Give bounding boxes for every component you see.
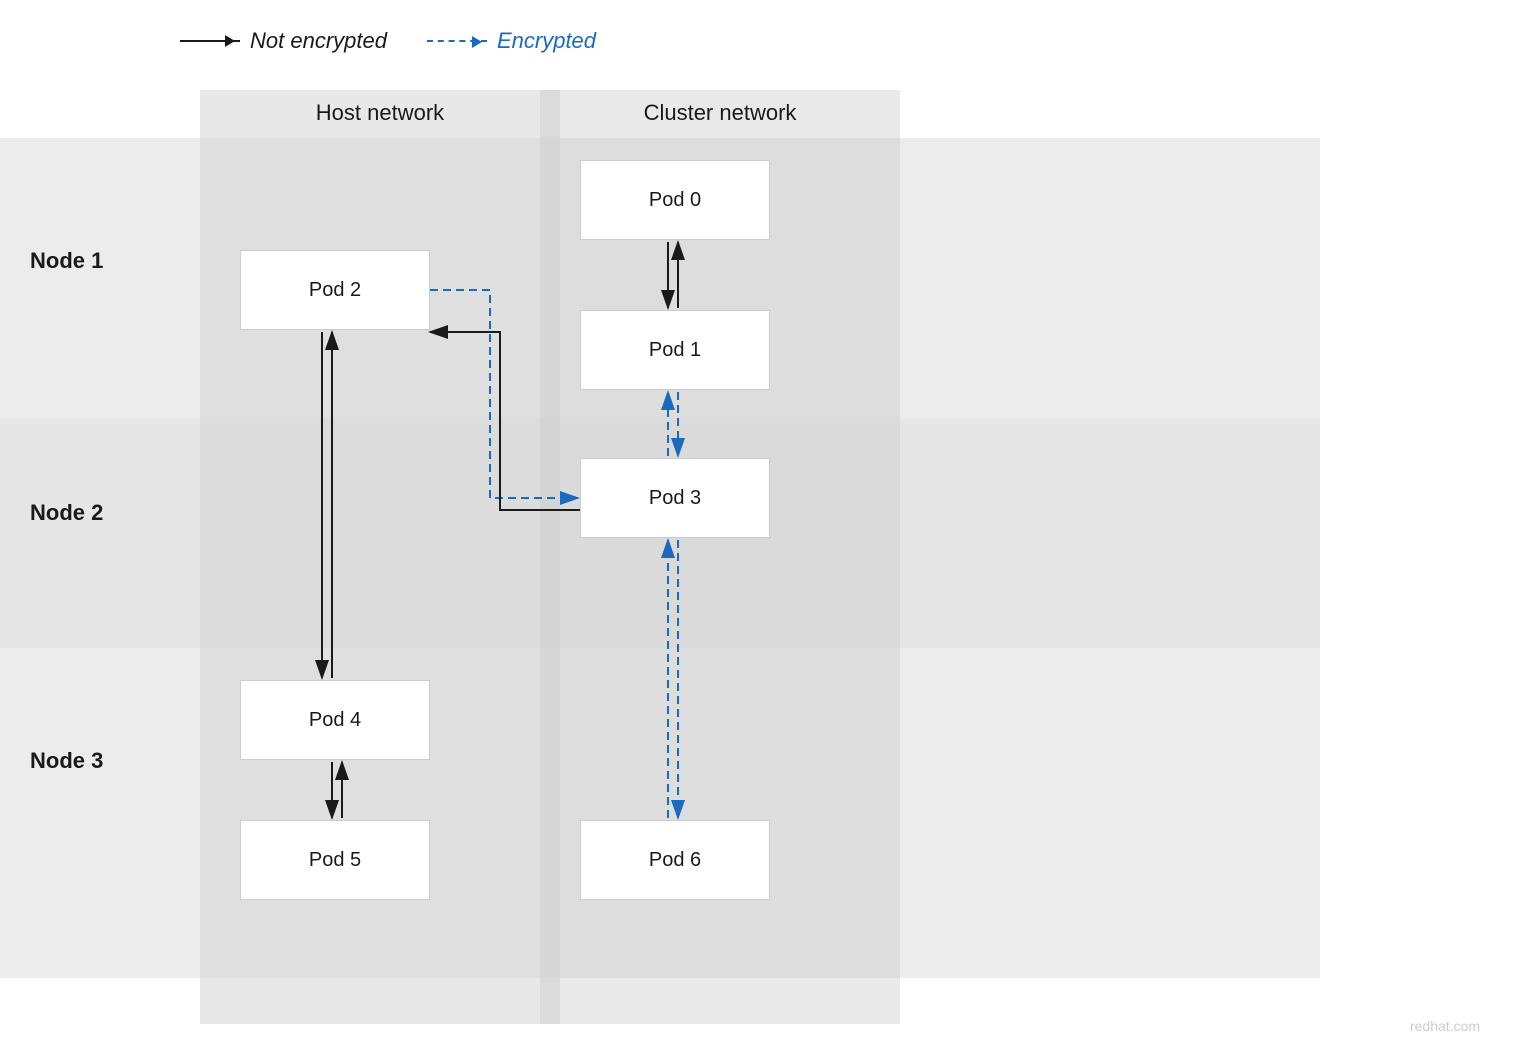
not-encrypted-arrow-icon bbox=[180, 40, 240, 42]
node3-label: Node 3 bbox=[30, 748, 103, 774]
pod5-box: Pod 5 bbox=[240, 820, 430, 900]
encrypted-label: Encrypted bbox=[497, 28, 596, 54]
node2-label: Node 2 bbox=[30, 500, 103, 526]
legend-encrypted: Encrypted bbox=[427, 28, 596, 54]
pod0-box: Pod 0 bbox=[580, 160, 770, 240]
pod1-box: Pod 1 bbox=[580, 310, 770, 390]
host-network-header: Host network bbox=[240, 100, 520, 126]
legend-not-encrypted: Not encrypted bbox=[180, 28, 387, 54]
pod6-box: Pod 6 bbox=[580, 820, 770, 900]
pod2-box: Pod 2 bbox=[240, 250, 430, 330]
watermark: redhat.com bbox=[1410, 1018, 1480, 1034]
legend: Not encrypted Encrypted bbox=[180, 28, 596, 54]
encrypted-arrow-icon bbox=[427, 40, 487, 42]
cluster-network-header: Cluster network bbox=[560, 100, 880, 126]
not-encrypted-label: Not encrypted bbox=[250, 28, 387, 54]
node1-label: Node 1 bbox=[30, 248, 103, 274]
pod4-box: Pod 4 bbox=[240, 680, 430, 760]
diagram-container: Not encrypted Encrypted Host network Clu… bbox=[0, 0, 1520, 1054]
pod3-box: Pod 3 bbox=[580, 458, 770, 538]
